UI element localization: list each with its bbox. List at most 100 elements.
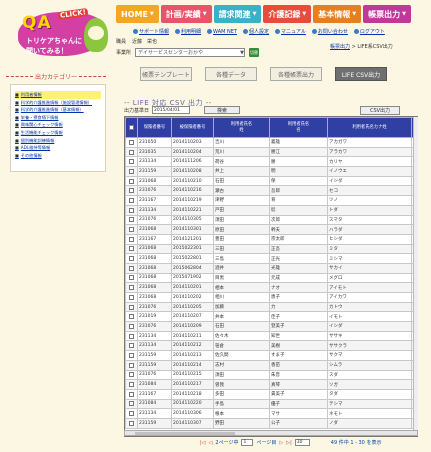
toolbar-link-6[interactable]: ログアウト [353,28,385,35]
office-select[interactable]: デイサービスセンターおかや ▼ [135,48,246,57]
row-select-cell[interactable] [125,253,138,264]
row-select-cell[interactable] [125,204,138,216]
row-checkbox[interactable] [129,333,134,339]
row-checkbox[interactable] [129,372,134,378]
row-checkbox[interactable] [129,246,134,252]
table-row[interactable]: 2310682014110210石田保イシダタ [125,175,417,187]
table-row[interactable]: 2310842014110220手島優子テシマユ [125,398,417,410]
sidebar-item-4[interactable]: ■ 興味関心チェック情報 [15,121,101,129]
table-row[interactable]: 2310762014110215須田朱音スダア [125,369,417,381]
table-row[interactable]: 2310762014110216瀬古吾郎セコゴ [125,185,417,197]
nav-item-4[interactable]: 基本情報 ▼ [313,5,362,23]
table-row[interactable]: 2310762014110305須田次郎スマタジ [125,214,417,226]
row-checkbox[interactable] [129,236,134,242]
row-select-cell[interactable] [125,224,138,235]
row-checkbox[interactable] [129,168,134,174]
row-checkbox[interactable] [129,382,134,388]
table-row[interactable]: 2311592014110214志村香苗シムラカ [125,359,417,371]
row-checkbox[interactable] [129,207,134,213]
row-select-cell[interactable] [125,369,138,381]
tab-1[interactable]: 各種データ [205,67,257,81]
table-row[interactable]: 2311592014110213佐久間すま子サクマス [125,350,417,361]
row-select-cell[interactable] [125,301,138,313]
row-select-cell[interactable] [125,195,138,206]
table-row[interactable]: 2310682015071902目黒元成メグロモ [125,272,417,284]
table-row[interactable]: 2310352014110204荒川勝江アラカワカ [125,146,417,158]
per-page-select[interactable]: 30 [294,439,310,446]
sidebar-item-7[interactable]: ■ ADL維持等情報 [15,144,101,152]
select-all-checkbox[interactable] [129,125,134,130]
tab-0[interactable]: 帳票テンプレート [140,67,192,81]
row-select-cell[interactable] [125,398,138,410]
table-row[interactable]: 2311672014110219津野育ツノタ [125,195,417,206]
row-select-cell[interactable] [125,185,138,197]
row-checkbox[interactable] [129,294,134,300]
row-checkbox[interactable] [129,285,134,291]
toolbar-link-0[interactable]: サポート情報 [133,28,169,35]
sidebar-item-2[interactable]: ■ 科学的介護推進情報（基本情報） [15,106,101,114]
first-page-icon[interactable]: |◁ [200,440,206,446]
row-select-cell[interactable] [125,417,138,429]
sidebar-item-0[interactable]: ■ 利用者情報 [15,91,101,99]
csv-export-button[interactable]: CSV出力 [360,106,400,115]
horizontal-scrollbar[interactable] [124,430,418,436]
row-select-cell[interactable] [125,243,138,255]
logo[interactable]: QA CLICK! トリケアちゃんに 聞いてみる！ [14,4,110,62]
table-row[interactable]: 2310682015022801三島正光ミシママ [125,253,417,264]
table-row[interactable]: 2311672014110218多田貴美子タダキ [125,388,417,400]
row-select-cell[interactable] [125,379,138,390]
scrollbar-thumb[interactable] [135,432,235,435]
nav-item-2[interactable]: 請求関連 ▼ [213,5,262,23]
row-checkbox[interactable] [129,197,134,203]
prev-page-icon[interactable]: ◁ [209,440,213,446]
search-button[interactable]: 検索 [204,106,240,114]
row-select-cell[interactable] [125,292,138,303]
toolbar-link-1[interactable]: 利用明細 [175,28,201,35]
toolbar-link-2[interactable]: WAM NET [207,28,237,35]
row-checkbox[interactable] [129,323,134,329]
row-select-cell[interactable] [125,359,138,371]
nav-item-1[interactable]: 計画/実績 ▼ [160,5,212,23]
toolbar-link-5[interactable]: お問い合わせ [311,28,348,35]
table-row[interactable]: 2311672014121201豊田宗太郎ヒシダヤ [125,233,417,245]
table-row[interactable]: 2310502014110203吉川義雄アカガワヨ [125,137,417,148]
row-select-cell[interactable] [125,388,138,400]
row-select-cell[interactable] [125,233,138,245]
table-row[interactable]: 2310762014110205加藤力カトウチ [125,301,417,313]
row-checkbox[interactable] [129,314,134,320]
row-select-cell[interactable] [125,272,138,284]
last-page-icon[interactable]: ▷| [286,440,292,446]
nav-item-5[interactable]: 帳票出力 ▼ [363,5,411,23]
row-select-cell[interactable] [125,340,138,352]
sidebar-item-8[interactable]: ■ その他情報 [15,152,101,160]
row-select-cell[interactable] [125,330,138,342]
row-checkbox[interactable] [129,420,134,426]
row-select-cell[interactable] [125,311,138,323]
row-checkbox[interactable] [129,275,134,281]
row-checkbox[interactable] [129,159,134,165]
row-checkbox[interactable] [129,149,134,155]
row-checkbox[interactable] [129,188,134,194]
row-checkbox[interactable] [129,256,134,262]
tab-3[interactable]: LIFE CSV出力 [335,67,387,81]
row-select-cell[interactable] [125,175,138,187]
office-switch-button[interactable]: 切替 [249,48,260,57]
row-checkbox[interactable] [129,391,134,397]
row-checkbox[interactable] [129,178,134,184]
table-row[interactable]: 2310682014110202相川恵子アイカワケ [125,292,417,303]
row-checkbox[interactable] [129,352,134,358]
breadcrumb-link[interactable]: 帳票出力 [330,44,350,50]
table-row[interactable]: 2311342014110306根本マサネモトマ [125,408,417,419]
row-checkbox[interactable] [129,411,134,417]
select-all-header[interactable] [125,117,138,138]
table-row[interactable]: 2310682014110201相本ナオアイモトナ [125,282,417,293]
nav-item-0[interactable]: HOME ▼ [116,5,159,23]
row-checkbox[interactable] [129,401,134,407]
vertical-scrollbar[interactable] [413,117,418,430]
row-select-cell[interactable] [125,156,138,168]
row-checkbox[interactable] [129,362,134,368]
row-checkbox[interactable] [129,304,134,310]
table-row[interactable]: 2310192014110207井本佳子イモトヨ [125,311,417,323]
row-select-cell[interactable] [125,137,138,148]
sidebar-item-3[interactable]: ■ 栄養・摂食嚥下情報 [15,114,101,122]
